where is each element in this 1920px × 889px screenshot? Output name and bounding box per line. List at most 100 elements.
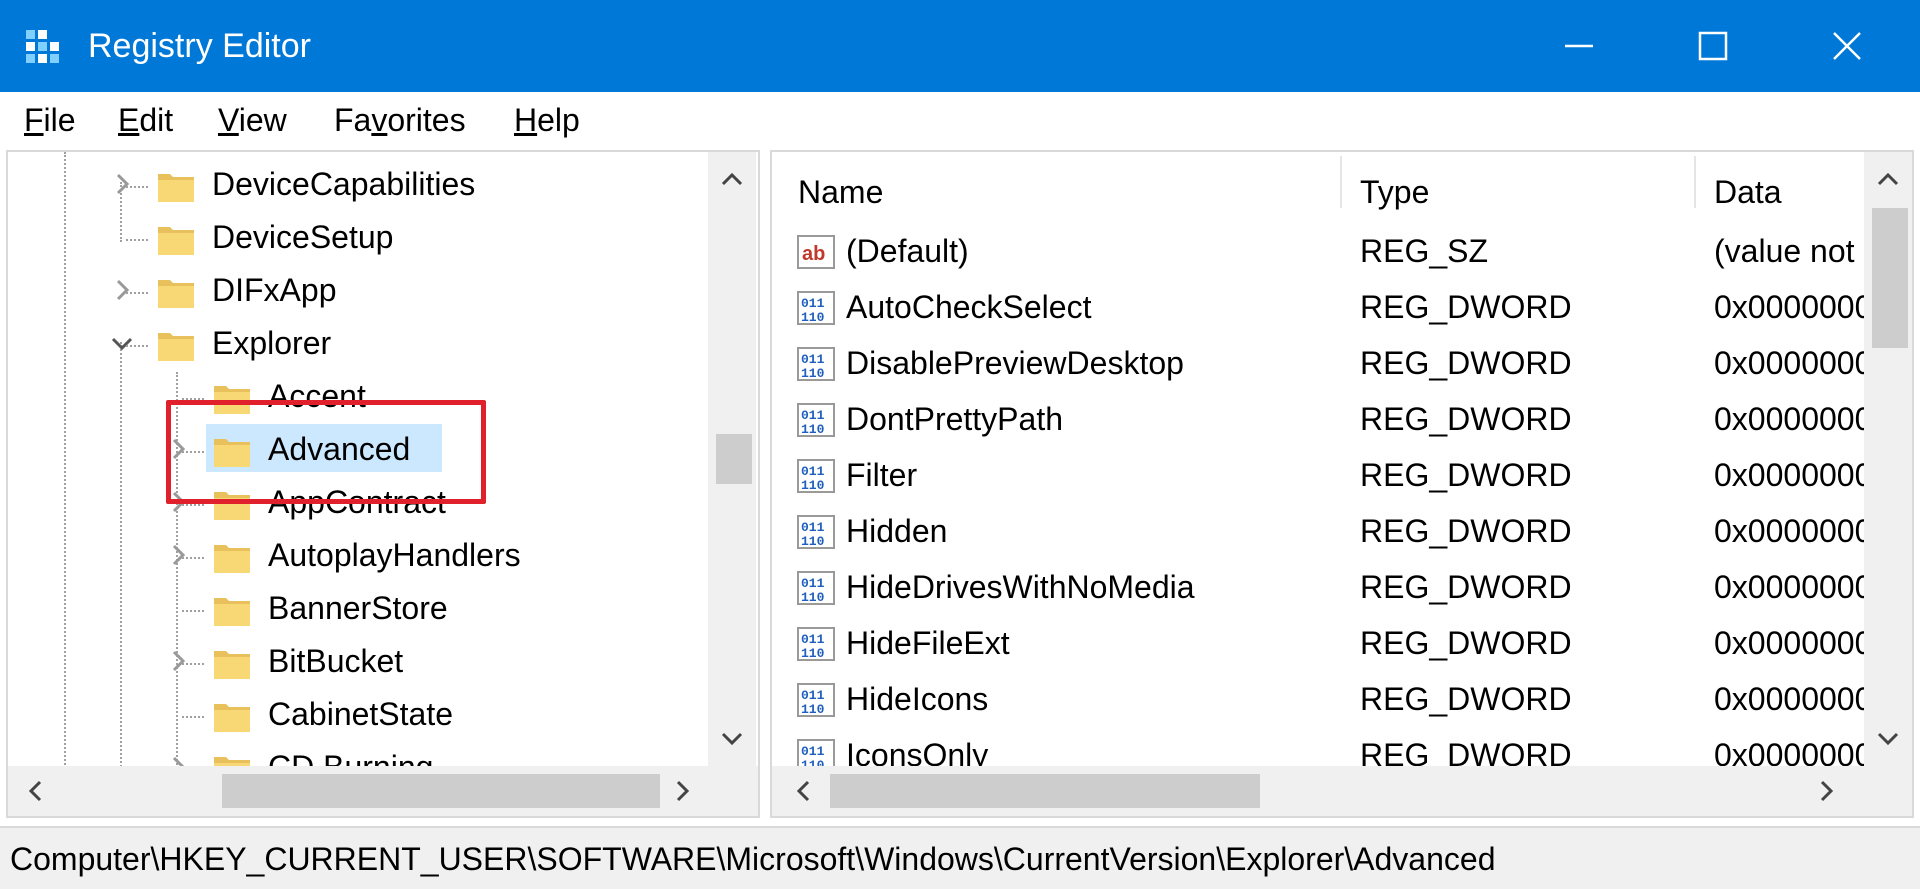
column-header-name[interactable]: Name (798, 172, 883, 212)
chevron-left-icon (28, 780, 42, 802)
list-horizontal-scroll-thumb[interactable] (830, 774, 1260, 808)
folder-icon (158, 227, 194, 255)
value-type: REG_DWORD (1360, 513, 1572, 549)
tree-vertical-scrollbar[interactable] (708, 152, 756, 766)
value-name: HideFileExt (846, 625, 1010, 661)
column-header-type[interactable]: Type (1360, 172, 1429, 212)
tree-item[interactable]: CabinetState (8, 688, 708, 740)
list-scroll-left-button[interactable] (784, 771, 824, 811)
menu-file-accesskey: F (24, 102, 44, 138)
maximize-button[interactable] (1648, 0, 1778, 92)
menu-help[interactable]: Help (514, 100, 580, 140)
value-data: 0x0000000 (1714, 457, 1873, 493)
list-scroll-down-button[interactable] (1868, 718, 1908, 758)
menu-file-label: ile (43, 102, 76, 138)
value-name: (Default) (846, 233, 969, 269)
svg-text:011: 011 (801, 688, 825, 703)
tree-item-label: Explorer (212, 325, 332, 361)
chevron-right-icon[interactable] (108, 170, 136, 198)
tree-item[interactable]: Explorer (8, 317, 708, 369)
value-row[interactable]: 011 110 HideIcons REG_DWORD 0x0000000 (772, 672, 1872, 728)
list-scroll-right-button[interactable] (1806, 771, 1846, 811)
tree-scroll-down-button[interactable] (712, 718, 752, 758)
tree-connector (182, 663, 204, 665)
list-vertical-scrollbar[interactable] (1864, 152, 1912, 766)
svg-text:110: 110 (801, 310, 825, 325)
column-separator[interactable] (1340, 156, 1342, 208)
binary-value-icon: 011110 (797, 403, 835, 437)
tree-connector (182, 610, 204, 612)
values-list-pane[interactable]: Name Type Data ab (Default) REG_SZ (value n… (770, 150, 1914, 818)
tree-item[interactable]: AutoplayHandlers (8, 529, 708, 581)
tree-vertical-scroll-thumb[interactable] (716, 434, 752, 484)
minimize-button[interactable] (1514, 0, 1644, 92)
svg-text:011: 011 (801, 352, 825, 367)
list-horizontal-scrollbar[interactable] (772, 766, 1912, 816)
value-name: DontPrettyPath (846, 401, 1063, 437)
tree-item[interactable]: BannerStore (8, 582, 708, 634)
chevron-right-icon[interactable] (108, 276, 136, 304)
value-row[interactable]: ab (Default) REG_SZ (value not (772, 224, 1872, 280)
menu-edit[interactable]: Edit (118, 100, 173, 140)
column-header-data[interactable]: Data (1714, 172, 1782, 212)
svg-text:ab: ab (802, 243, 825, 265)
value-data: 0x0000000 (1714, 345, 1873, 381)
svg-text:011: 011 (801, 296, 825, 311)
column-separator[interactable] (1694, 156, 1696, 208)
value-data: 0x0000000 (1714, 569, 1873, 605)
tree-horizontal-scroll-thumb[interactable] (222, 774, 660, 808)
list-vertical-scroll-thumb[interactable] (1872, 208, 1908, 348)
folder-icon (158, 280, 194, 308)
tree-item-label: DeviceCapabilities (212, 166, 476, 202)
tree-item-label: DeviceSetup (212, 219, 394, 255)
close-icon (1833, 32, 1861, 60)
value-type: REG_DWORD (1360, 345, 1572, 381)
value-type: REG_DWORD (1360, 625, 1572, 661)
value-row[interactable]: 011 110 DisablePreviewDesktop REG_DWORD 0x00… (772, 336, 1872, 392)
title-bar[interactable]: Registry Editor (0, 0, 1920, 92)
value-name: AutoCheckSelect (846, 289, 1092, 325)
binary-value-icon: 011110 (797, 571, 835, 605)
binary-value-icon: 011110 (797, 515, 835, 549)
tree-connector (126, 345, 148, 347)
tree-connector (126, 239, 148, 241)
binary-value-icon: 011110 (797, 347, 835, 381)
value-data: (value not (1714, 233, 1855, 269)
tree-scroll-left-button[interactable] (16, 771, 56, 811)
tree-horizontal-scrollbar[interactable] (8, 766, 758, 816)
value-name: HideDrivesWithNoMedia (846, 569, 1195, 605)
value-row[interactable]: 011 110 Hidden REG_DWORD 0x0000000 (772, 504, 1872, 560)
menu-file[interactable]: File (24, 100, 76, 140)
value-row[interactable]: 011 110 HideDrivesWithNoMedia REG_DWORD 0x00… (772, 560, 1872, 616)
close-button[interactable] (1782, 0, 1912, 92)
menu-favorites-label-start: Fa (334, 102, 372, 138)
folder-icon (158, 333, 194, 361)
chevron-up-icon (721, 172, 743, 186)
chevron-right-icon[interactable] (164, 647, 192, 675)
svg-text:110: 110 (801, 534, 825, 549)
chevron-down-icon[interactable] (108, 329, 136, 357)
value-row[interactable]: 011 110 HideFileExt REG_DWORD 0x0000000 (772, 616, 1872, 672)
menu-help-accesskey: H (514, 102, 538, 138)
svg-text:110: 110 (801, 646, 825, 661)
tree-item[interactable]: DeviceSetup (8, 211, 708, 263)
maximize-icon (1698, 31, 1728, 61)
tree-scroll-right-button[interactable] (662, 771, 702, 811)
svg-text:011: 011 (801, 744, 825, 759)
chevron-right-icon[interactable] (164, 541, 192, 569)
value-data: 0x0000000 (1714, 401, 1873, 437)
tree-item[interactable]: DIFxApp (8, 264, 708, 316)
minimize-icon (1565, 44, 1593, 48)
value-row[interactable]: 011 110 DontPrettyPath REG_DWORD 0x0000000 (772, 392, 1872, 448)
tree-connector (182, 716, 204, 718)
folder-icon (214, 545, 250, 573)
value-row[interactable]: 011 110 AutoCheckSelect REG_DWORD 0x0000000 (772, 280, 1872, 336)
value-name: Hidden (846, 513, 948, 549)
menu-view[interactable]: View (218, 100, 287, 140)
value-row[interactable]: 011 110 Filter REG_DWORD 0x0000000 (772, 448, 1872, 504)
tree-item[interactable]: DeviceCapabilities (8, 158, 708, 210)
menu-favorites[interactable]: Favorites (334, 100, 466, 140)
list-scroll-up-button[interactable] (1868, 160, 1908, 200)
tree-item[interactable]: BitBucket (8, 635, 708, 687)
tree-scroll-up-button[interactable] (712, 160, 752, 200)
